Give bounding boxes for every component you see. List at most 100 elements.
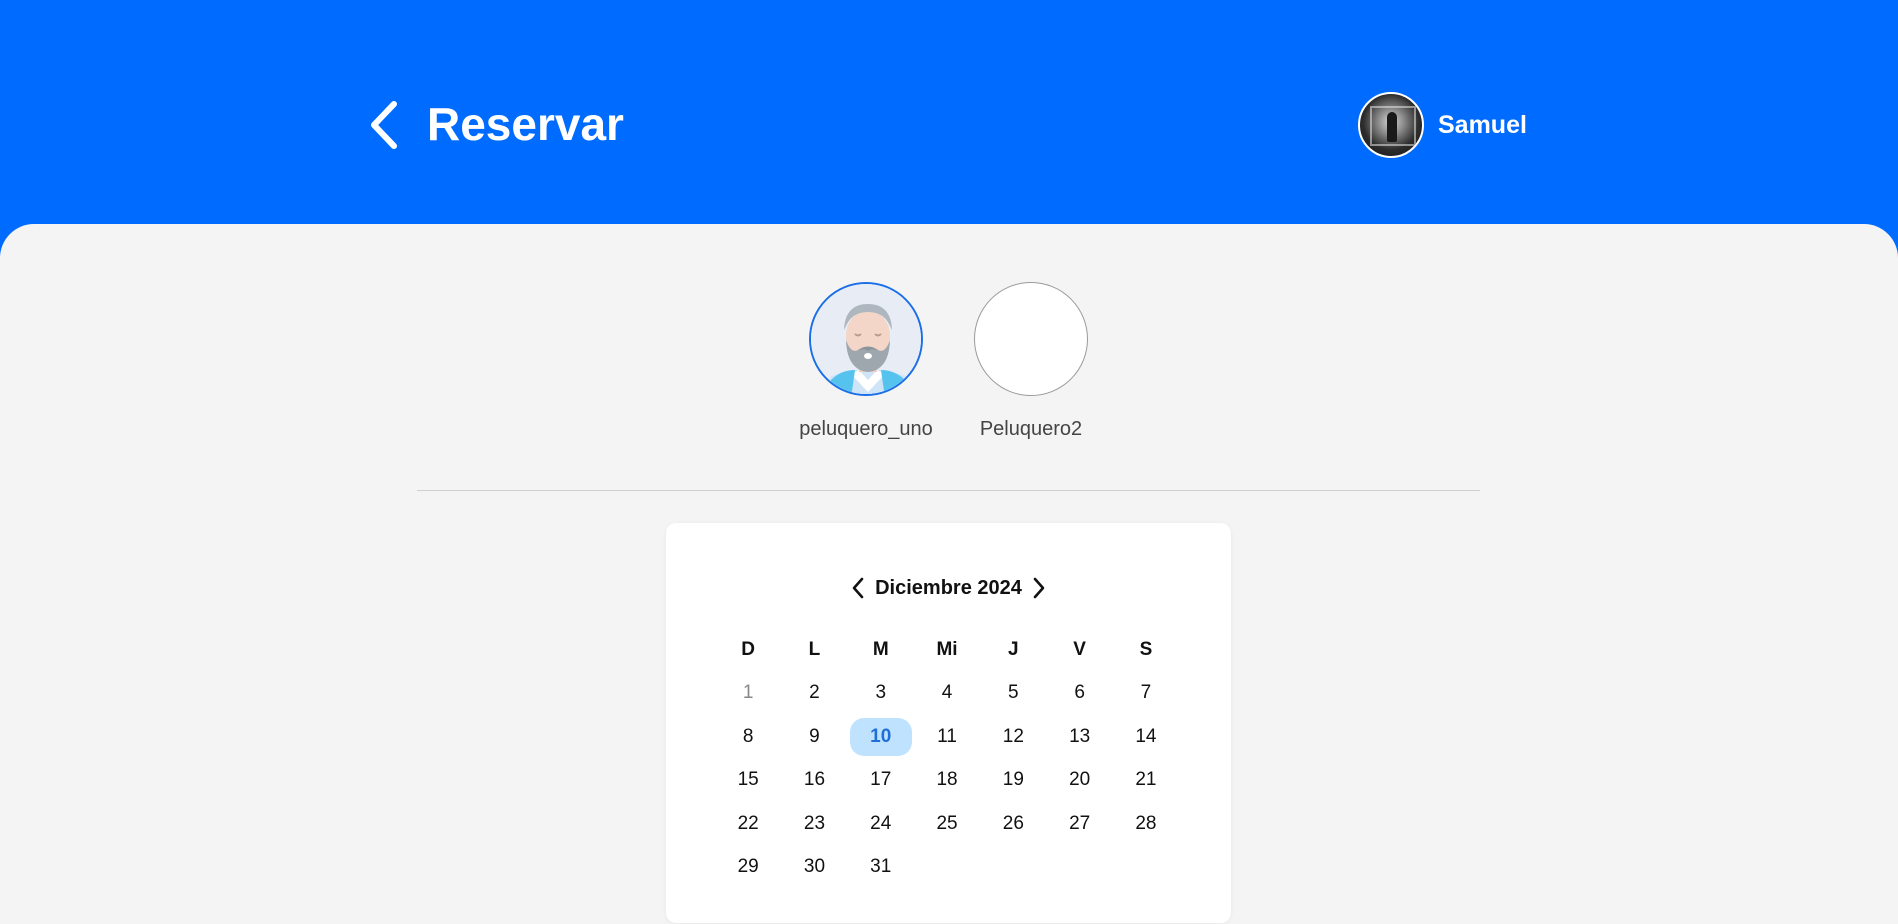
- weekday-label: D: [741, 638, 756, 660]
- calendar-day[interactable]: 26: [980, 805, 1046, 843]
- calendar-day-number: 18: [936, 769, 958, 791]
- calendar-day[interactable]: 11: [914, 718, 980, 756]
- calendar-day: 1: [715, 674, 781, 712]
- barber-option-peluquero-uno[interactable]: peluquero_uno: [791, 282, 941, 441]
- calendar-empty-cell: [980, 848, 1046, 886]
- calendar-day[interactable]: 28: [1113, 805, 1179, 843]
- back-button[interactable]: [368, 100, 402, 150]
- weekday-header-row: D L M Mi J V S: [715, 628, 1179, 672]
- calendar-day-number: 7: [1140, 682, 1152, 704]
- weekday-label: J: [1008, 638, 1019, 660]
- calendar-day-number: 10: [849, 717, 912, 756]
- user-name: Samuel: [1438, 110, 1527, 139]
- calendar-day[interactable]: 25: [914, 805, 980, 843]
- calendar-day-number: 2: [809, 682, 820, 704]
- calendar-day-number: 27: [1069, 812, 1091, 834]
- calendar-day-number: 4: [941, 682, 953, 704]
- calendar-day-number: 6: [1074, 682, 1085, 704]
- weekday-label: L: [808, 638, 821, 660]
- calendar-card: Diciembre 2024 D L M Mi J V S 1 2 3 4 5 6 7 8 9 10 11 12 1…: [666, 523, 1231, 923]
- calendar-week-row: 8 9 10 11 12 13 14: [715, 715, 1179, 759]
- calendar-day[interactable]: 21: [1113, 761, 1179, 799]
- weekday-label: M: [872, 638, 889, 660]
- barber-option-peluquero2[interactable]: Peluquero2: [956, 282, 1106, 441]
- calendar-day[interactable]: 2: [781, 674, 847, 712]
- calendar-day-number: 29: [737, 856, 759, 878]
- calendar-day[interactable]: 19: [980, 761, 1046, 799]
- calendar-day-number: 19: [1002, 769, 1024, 791]
- calendar-day-number: 26: [1002, 812, 1024, 834]
- calendar-day[interactable]: 5: [980, 674, 1046, 712]
- calendar-day-number: 17: [870, 769, 892, 791]
- calendar-day[interactable]: 8: [715, 718, 781, 756]
- calendar-day[interactable]: 4: [914, 674, 980, 712]
- calendar-day-number: 22: [737, 812, 759, 834]
- calendar-day[interactable]: 18: [914, 761, 980, 799]
- calendar-day-number: 11: [937, 725, 957, 747]
- calendar-day[interactable]: 29: [715, 848, 781, 886]
- calendar-day[interactable]: 17: [848, 761, 914, 799]
- calendar-day-number: 23: [803, 812, 826, 834]
- next-month-button[interactable]: [1028, 574, 1050, 602]
- calendar-day[interactable]: 20: [1046, 761, 1112, 799]
- calendar-day[interactable]: 27: [1046, 805, 1112, 843]
- barber-name: peluquero_uno: [799, 418, 933, 440]
- calendar-day[interactable]: 23: [781, 805, 847, 843]
- calendar-grid: D L M Mi J V S 1 2 3 4 5 6 7 8 9 10 11 12 13 14 15 16 17 18 19 20…: [715, 628, 1179, 889]
- calendar-month-label: Diciembre 2024: [875, 576, 1022, 599]
- calendar-day[interactable]: 13: [1046, 718, 1112, 756]
- calendar-day-number: 8: [742, 725, 754, 747]
- calendar-day[interactable]: 7: [1113, 674, 1179, 712]
- calendar-day[interactable]: 15: [715, 761, 781, 799]
- page-title: Reservar: [427, 98, 624, 150]
- weekday-label: Mi: [936, 638, 958, 660]
- calendar-day[interactable]: 12: [980, 718, 1046, 756]
- calendar-day[interactable]: 6: [1046, 674, 1112, 712]
- calendar-day-number: 12: [1002, 725, 1024, 747]
- chevron-right-icon: [1033, 577, 1045, 599]
- calendar-empty-cell: [1113, 848, 1179, 886]
- calendar-day[interactable]: 9: [781, 718, 847, 756]
- calendar-day-number: 21: [1135, 769, 1157, 791]
- chevron-left-icon: [371, 101, 397, 149]
- calendar-empty-cell: [914, 848, 980, 886]
- calendar-day-number: 5: [1008, 682, 1019, 704]
- calendar-day-number: 31: [870, 856, 892, 878]
- calendar-day[interactable]: 30: [781, 848, 847, 886]
- calendar-day-number: 9: [809, 725, 820, 747]
- barber-name: Peluquero2: [979, 418, 1083, 440]
- barber-avatar-placeholder: [974, 282, 1088, 396]
- calendar-day-number: 30: [803, 856, 826, 878]
- calendar-day-number: 1: [742, 682, 754, 704]
- user-profile[interactable]: Samuel: [1358, 92, 1527, 158]
- calendar-day[interactable]: 16: [781, 761, 847, 799]
- section-divider: [417, 490, 1480, 491]
- calendar-day-number: 15: [737, 769, 759, 791]
- calendar-day[interactable]: 14: [1113, 718, 1179, 756]
- calendar-week-row: 1 2 3 4 5 6 7: [715, 672, 1179, 716]
- calendar-day-number: 13: [1069, 725, 1091, 747]
- weekday-label: V: [1073, 638, 1086, 660]
- calendar-day-number: 24: [870, 812, 892, 834]
- calendar-day-number: 25: [936, 812, 958, 834]
- calendar-day-number: 16: [803, 769, 826, 791]
- calendar-day-selected[interactable]: 10: [848, 717, 914, 756]
- bearded-man-avatar-icon: [811, 284, 921, 394]
- calendar-empty-cell: [1046, 848, 1112, 886]
- prev-month-button[interactable]: [847, 574, 869, 602]
- weekday-label: S: [1139, 638, 1153, 660]
- calendar-day-number: 20: [1069, 769, 1091, 791]
- calendar-week-row: 22 23 24 25 26 27 28: [715, 802, 1179, 846]
- user-avatar: [1358, 92, 1424, 158]
- calendar-header: Diciembre 2024: [666, 573, 1231, 603]
- calendar-day-number: 28: [1135, 812, 1157, 834]
- calendar-week-row: 15 16 17 18 19 20 21: [715, 759, 1179, 803]
- calendar-day[interactable]: 24: [848, 805, 914, 843]
- calendar-day[interactable]: 3: [848, 674, 914, 712]
- calendar-day-number: 14: [1135, 725, 1157, 747]
- barber-selector: peluquero_uno Peluquero2: [0, 282, 1898, 452]
- chevron-left-icon: [852, 577, 864, 599]
- calendar-day[interactable]: 22: [715, 805, 781, 843]
- calendar-week-row: 29 30 31: [715, 846, 1179, 890]
- calendar-day[interactable]: 31: [848, 848, 914, 886]
